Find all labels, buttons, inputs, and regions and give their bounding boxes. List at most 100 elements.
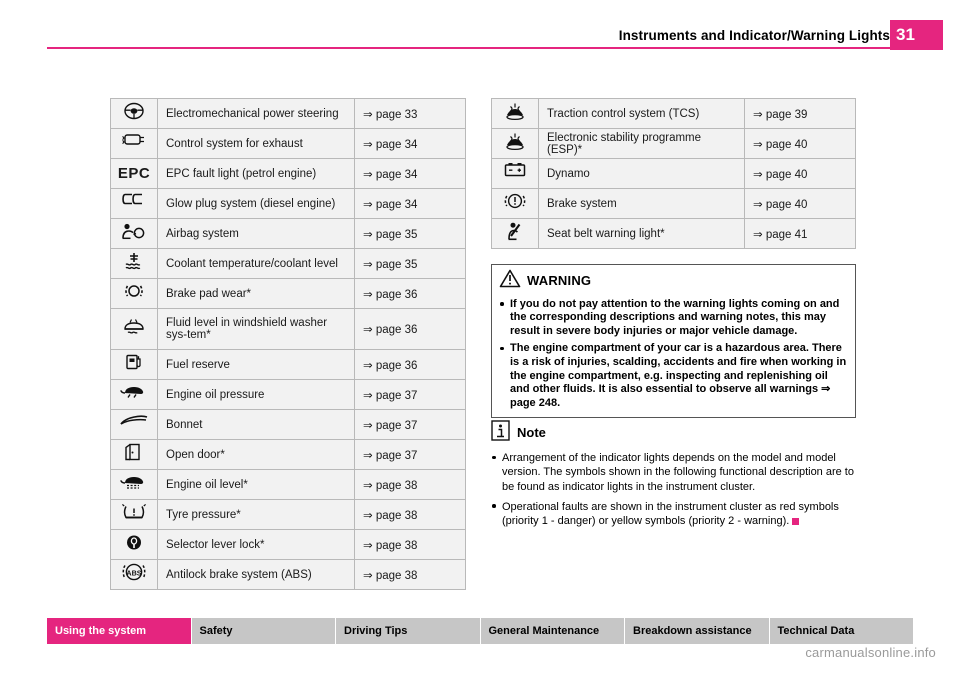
warning-paragraph: The engine compartment of your car is a … (499, 342, 848, 410)
epc-icon: EPC (110, 158, 158, 189)
row-label: Antilock brake system (ABS) (157, 559, 355, 590)
table-row: ABS Antilock brake system (ABS) ⇒ page 3… (110, 559, 466, 590)
indicator-table-right: Traction control system (TCS) ⇒ page 39 … (491, 98, 856, 249)
table-row: EPC EPC fault light (petrol engine) ⇒ pa… (110, 158, 466, 189)
row-page-ref[interactable]: ⇒ page 36 (354, 278, 466, 309)
note-box: Note Arrangement of the indicator lights… (491, 420, 859, 528)
coolant-temperature-icon (110, 248, 158, 279)
footer-tab-general-maintenance[interactable]: General Maintenance (480, 618, 625, 644)
row-page-ref[interactable]: ⇒ page 35 (354, 218, 466, 249)
row-label: Brake system (538, 188, 745, 219)
row-label: Engine oil pressure (157, 379, 355, 410)
esp-icon (491, 128, 539, 159)
row-label: Tyre pressure* (157, 499, 355, 530)
footer-tab-safety[interactable]: Safety (191, 618, 336, 644)
row-page-ref[interactable]: ⇒ page 34 (354, 158, 466, 189)
warning-title: WARNING (527, 273, 592, 288)
note-paragraph: Arrangement of the indicator lights depe… (491, 451, 859, 494)
engine-oil-level-icon (110, 469, 158, 500)
symbol-table-left: Electromechanical power steering ⇒ page … (110, 98, 466, 590)
warning-paragraph-text: The engine compartment of your car is a … (510, 342, 847, 409)
footer-tab-breakdown-assistance[interactable]: Breakdown assistance (625, 618, 770, 644)
row-label: Brake pad wear* (157, 278, 355, 309)
note-paragraph-text: Operational faults are shown in the inst… (502, 500, 839, 528)
note-title: Note (517, 424, 546, 440)
table-row: Engine oil pressure ⇒ page 37 (110, 379, 466, 410)
table-row: Engine oil level* ⇒ page 38 (110, 469, 466, 500)
row-page-ref[interactable]: ⇒ page 36 (354, 308, 466, 350)
bullet-icon (492, 455, 496, 460)
table-row: Open door* ⇒ page 37 (110, 439, 466, 470)
glow-plug-icon (110, 188, 158, 219)
svg-text:ABS: ABS (126, 568, 141, 577)
selector-lever-lock-icon (110, 529, 158, 560)
traction-control-icon (491, 98, 539, 129)
table-row: Coolant temperature/coolant level ⇒ page… (110, 248, 466, 279)
exhaust-control-icon (110, 128, 158, 159)
row-label: EPC fault light (petrol engine) (157, 158, 355, 189)
warning-paragraph: If you do not pay attention to the warni… (499, 298, 848, 339)
symbol-table-left-body: Electromechanical power steering ⇒ page … (110, 98, 466, 590)
washer-fluid-icon (110, 308, 158, 350)
row-page-ref[interactable]: ⇒ page 38 (354, 499, 466, 530)
table-row: Bonnet ⇒ page 37 (110, 409, 466, 440)
table-row: Glow plug system (diesel engine) ⇒ page … (110, 188, 466, 219)
warning-paragraph-text: If you do not pay attention to the warni… (510, 297, 840, 337)
row-page-ref[interactable]: ⇒ page 40 (744, 128, 856, 159)
footer-tab-technical-data[interactable]: Technical Data (769, 618, 913, 644)
row-page-ref[interactable]: ⇒ page 35 (354, 248, 466, 279)
row-page-ref[interactable]: ⇒ page 37 (354, 439, 466, 470)
row-label: Traction control system (TCS) (538, 98, 745, 129)
fuel-reserve-icon (110, 349, 158, 380)
warning-header: WARNING (499, 269, 848, 293)
page-header: Instruments and Indicator/Warning Lights… (0, 0, 960, 56)
footer-tab-using-the-system[interactable]: Using the system (47, 618, 192, 644)
note-header: Note (491, 420, 859, 445)
info-icon (491, 420, 510, 445)
table-row: Fuel reserve ⇒ page 36 (110, 349, 466, 380)
row-page-ref[interactable]: ⇒ page 41 (744, 218, 856, 249)
warning-triangle-icon (499, 269, 521, 293)
row-page-ref[interactable]: ⇒ page 38 (354, 529, 466, 560)
symbol-table-right: Traction control system (TCS) ⇒ page 39 … (491, 98, 856, 249)
row-page-ref[interactable]: ⇒ page 40 (744, 158, 856, 189)
row-page-ref[interactable]: ⇒ page 36 (354, 349, 466, 380)
row-page-ref[interactable]: ⇒ page 38 (354, 469, 466, 500)
row-label: Open door* (157, 439, 355, 470)
bonnet-icon (110, 409, 158, 440)
table-row: Dynamo ⇒ page 40 (491, 158, 856, 189)
dynamo-icon (491, 158, 539, 189)
abs-icon: ABS (110, 559, 158, 590)
table-row: Selector lever lock* ⇒ page 38 (110, 529, 466, 560)
bullet-icon (500, 346, 504, 351)
row-page-ref[interactable]: ⇒ page 39 (744, 98, 856, 129)
footer-tab-driving-tips[interactable]: Driving Tips (336, 618, 481, 644)
table-row: Tyre pressure* ⇒ page 38 (110, 499, 466, 530)
table-row: Electronic stability programme (ESP)* ⇒ … (491, 128, 856, 159)
page-number-badge: 31 (890, 20, 943, 50)
symbol-table-right-body: Traction control system (TCS) ⇒ page 39 … (491, 98, 856, 249)
row-page-ref[interactable]: ⇒ page 38 (354, 559, 466, 590)
row-label: Coolant temperature/coolant level (157, 248, 355, 279)
table-row: Fluid level in windshield washer sys-tem… (110, 308, 466, 350)
brake-pad-wear-icon (110, 278, 158, 309)
seat-belt-warning-icon (491, 218, 539, 249)
indicator-table-left: Electromechanical power steering ⇒ page … (110, 98, 466, 590)
row-page-ref[interactable]: ⇒ page 33 (354, 98, 466, 129)
table-row: Control system for exhaust ⇒ page 34 (110, 128, 466, 159)
open-door-icon (110, 439, 158, 470)
row-page-ref[interactable]: ⇒ page 40 (744, 188, 856, 219)
row-page-ref[interactable]: ⇒ page 37 (354, 379, 466, 410)
table-row: Seat belt warning light* ⇒ page 41 (491, 218, 856, 249)
bullet-icon (500, 302, 504, 306)
table-row: Brake system ⇒ page 40 (491, 188, 856, 219)
table-row: Airbag system ⇒ page 35 (110, 218, 466, 249)
row-page-ref[interactable]: ⇒ page 34 (354, 188, 466, 219)
row-page-ref[interactable]: ⇒ page 34 (354, 128, 466, 159)
airbag-icon (110, 218, 158, 249)
watermark: carmanualsonline.info (805, 645, 936, 660)
row-label: Dynamo (538, 158, 745, 189)
row-label: Selector lever lock* (157, 529, 355, 560)
page-title: Instruments and Indicator/Warning Lights (618, 28, 890, 43)
row-page-ref[interactable]: ⇒ page 37 (354, 409, 466, 440)
